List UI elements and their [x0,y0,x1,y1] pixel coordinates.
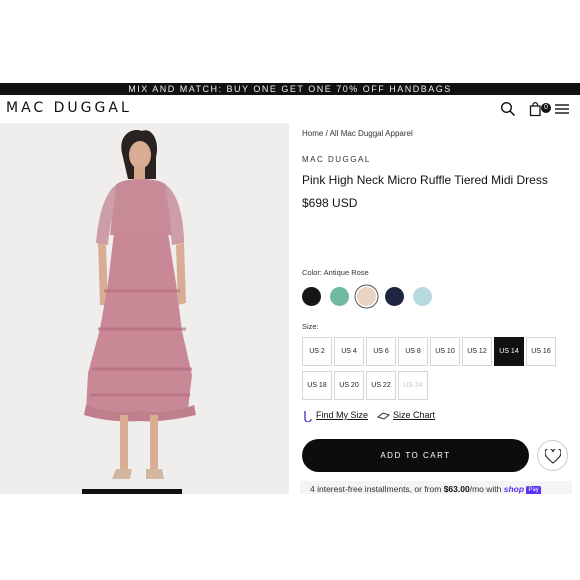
color-label: Color: Antique Rose [302,268,369,277]
size-us-6[interactable]: US 6 [366,337,396,366]
size-us-18[interactable]: US 18 [302,371,332,400]
swatch-light-blue[interactable] [413,287,432,306]
shop-pay-logo: shop [503,484,525,494]
breadcrumb-separator: / [325,129,328,138]
breadcrumb-collection[interactable]: All Mac Duggal Apparel [330,129,413,138]
size-us-12[interactable]: US 12 [462,337,492,366]
wishlist-button[interactable] [537,440,568,471]
size-us-22[interactable]: US 22 [366,371,396,400]
installments-prefix: 4 interest-free installments, or from [310,484,442,494]
site-header: MAC DUGGAL 0 [0,95,580,123]
size-us-10[interactable]: US 10 [430,337,460,366]
menu-icon[interactable] [554,101,570,117]
size-us-8[interactable]: US 8 [398,337,428,366]
swatch-black[interactable] [302,287,321,306]
size-us-4[interactable]: US 4 [334,337,364,366]
breadcrumb: Home / All Mac Duggal Apparel [302,129,413,138]
breadcrumb-home[interactable]: Home [302,129,323,138]
dress-model-illustration [0,123,289,494]
promo-text: MIX AND MATCH: BUY ONE GET ONE 70% OFF H… [128,84,452,94]
swatch-sage[interactable] [330,287,349,306]
cart-count-badge: 0 [541,103,551,113]
find-my-size-link[interactable]: Find My Size [316,410,368,420]
brand-logo[interactable]: MAC DUGGAL [6,100,132,116]
search-icon[interactable] [500,101,516,117]
size-chart-link[interactable]: Size Chart [393,410,435,420]
size-us-14[interactable]: US 14 [494,337,524,366]
swatch-nude[interactable] [357,287,376,306]
add-to-cart-button[interactable]: ADD TO CART [302,439,529,472]
size-us-2[interactable]: US 2 [302,337,332,366]
pay-badge: Pay [526,486,541,494]
size-us-24[interactable]: US 24 [398,371,428,400]
size-us-20[interactable]: US 20 [334,371,364,400]
product-image[interactable] [0,123,289,494]
size-label: Size: [302,322,319,331]
size-us-16[interactable]: US 16 [526,337,556,366]
installments-suffix: /mo with [469,484,502,494]
promo-banner[interactable]: MIX AND MATCH: BUY ONE GET ONE 70% OFF H… [0,83,580,95]
swatch-navy[interactable] [385,287,404,306]
product-title: Pink High Neck Micro Ruffle Tiered Midi … [302,173,548,187]
color-swatches [302,287,442,309]
installments-amount: $63.00 [443,484,470,494]
product-brand: MAC DUGGAL [302,155,371,164]
heart-icon [545,449,561,464]
tape-measure-icon [304,411,312,422]
ruler-icon [377,412,390,420]
product-price: $698 USD [302,196,358,210]
installments-banner[interactable]: 4 interest-free installments, or from $6… [300,481,572,494]
